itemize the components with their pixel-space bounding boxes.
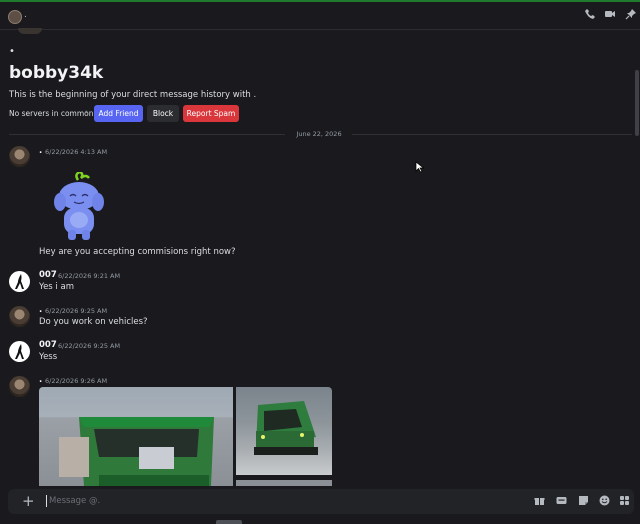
- pin-icon[interactable]: [624, 8, 638, 22]
- message-text: Hey are you accepting commisions right n…: [39, 247, 236, 257]
- block-button[interactable]: Block: [147, 105, 179, 122]
- avatar[interactable]: [9, 341, 30, 362]
- message-text: Do you work on vehicles?: [39, 317, 148, 327]
- message-timestamp: 6/22/2026 9:21 AM: [58, 272, 121, 280]
- avatar[interactable]: [9, 271, 30, 292]
- gift-icon[interactable]: [533, 495, 545, 507]
- message-text: Yess: [39, 352, 58, 362]
- message-author[interactable]: 007: [39, 340, 57, 350]
- message-author[interactable]: .: [39, 375, 42, 385]
- emoji-icon[interactable]: [598, 495, 610, 507]
- mouse-cursor-icon: [415, 161, 425, 173]
- chat-scrollbar[interactable]: [634, 30, 640, 486]
- message-timestamp: 6/22/2026 4:13 AM: [45, 148, 108, 156]
- intro-bullet: •: [9, 46, 15, 57]
- report-spam-button[interactable]: Report Spam: [183, 105, 239, 122]
- wumpus-sticker[interactable]: [48, 172, 110, 244]
- message-author[interactable]: .: [39, 146, 42, 156]
- text-cursor: [46, 495, 47, 507]
- add-friend-button[interactable]: Add Friend: [94, 105, 143, 122]
- message-author[interactable]: 007: [39, 270, 57, 280]
- date-divider-right: [352, 134, 632, 135]
- bottom-window-tab: [216, 520, 242, 524]
- avatar[interactable]: [9, 146, 30, 167]
- apps-icon[interactable]: [618, 495, 630, 507]
- dm-header: .: [0, 2, 640, 30]
- date-divider-left: [9, 134, 285, 135]
- intro-separator: •: [84, 108, 89, 117]
- message-timestamp: 6/22/2026 9:25 AM: [45, 307, 108, 315]
- gif-icon[interactable]: [555, 495, 567, 507]
- message-input[interactable]: Message @.: [49, 496, 100, 506]
- message-timestamp: 6/22/2026 9:26 AM: [45, 377, 108, 385]
- no-servers-in-common: No servers in common: [9, 109, 94, 118]
- intro-description: This is the beginning of your direct mes…: [9, 90, 257, 100]
- message-author[interactable]: .: [39, 305, 42, 315]
- vehicle-image-attachment[interactable]: [236, 480, 332, 486]
- avatar[interactable]: [9, 306, 30, 327]
- intro-avatar: [18, 28, 42, 34]
- avatar[interactable]: [9, 376, 30, 397]
- message-timestamp: 6/22/2026 9:25 AM: [58, 342, 121, 350]
- header-avatar[interactable]: [8, 10, 22, 24]
- message-text: Yes i am: [39, 282, 74, 292]
- message-composer[interactable]: + Message @.: [8, 489, 634, 514]
- voice-call-icon[interactable]: [583, 8, 597, 22]
- add-attachment-icon[interactable]: +: [22, 492, 35, 510]
- vehicle-image-attachment[interactable]: [236, 387, 332, 475]
- header-username[interactable]: .: [24, 10, 27, 20]
- dm-title: bobby34k: [9, 63, 104, 83]
- vehicle-image-attachment[interactable]: [39, 387, 233, 486]
- video-call-icon[interactable]: [603, 8, 617, 22]
- scrollbar-thumb[interactable]: [635, 70, 639, 136]
- date-divider: June 22, 2026: [296, 130, 342, 138]
- sticker-icon[interactable]: [577, 495, 589, 507]
